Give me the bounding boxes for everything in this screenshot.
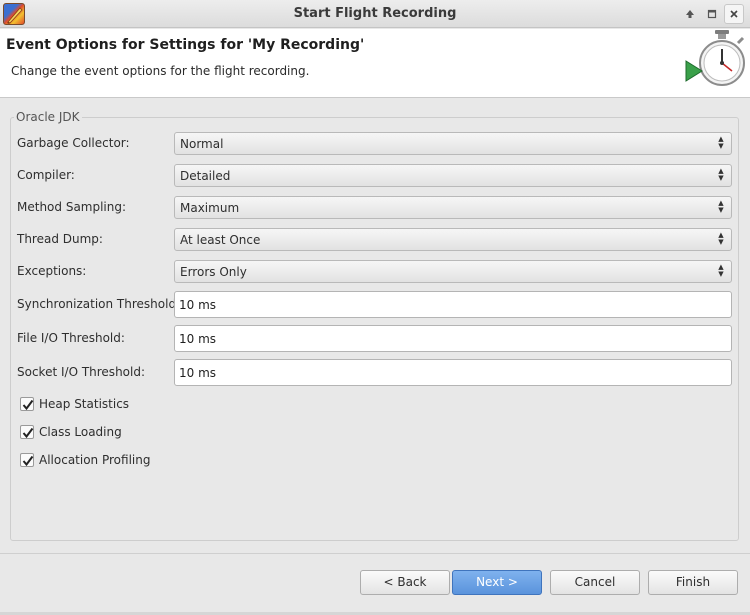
thread-dump-label: Thread Dump: (17, 232, 103, 246)
synchronization-threshold-input[interactable]: 10 ms (174, 291, 732, 318)
exceptions-label: Exceptions: (17, 264, 87, 278)
file-io-threshold-label: File I/O Threshold: (17, 331, 125, 345)
socket-io-threshold-label: Socket I/O Threshold: (17, 365, 146, 379)
exceptions-select[interactable]: Errors Only ▲ ▼ (174, 260, 732, 283)
file-io-threshold-input[interactable]: 10 ms (174, 325, 732, 352)
window-title: Start Flight Recording (293, 6, 457, 21)
finish-button[interactable]: Finish (648, 570, 738, 595)
method-sampling-label: Method Sampling: (17, 200, 127, 214)
socket-io-threshold-input[interactable]: 10 ms (174, 359, 732, 386)
garbage-collector-label: Garbage Collector: (17, 136, 130, 150)
back-button[interactable]: < Back (360, 570, 450, 595)
thread-dump-select[interactable]: At least Once ▲ ▼ (174, 228, 732, 251)
compiler-label: Compiler: (17, 168, 75, 182)
compiler-value: Detailed (180, 169, 231, 183)
maximize-icon[interactable] (702, 4, 722, 24)
page-title: Event Options for Settings for 'My Recor… (6, 37, 365, 53)
heap-statistics-label: Heap Statistics (39, 397, 130, 411)
cancel-button[interactable]: Cancel (550, 570, 640, 595)
group-label: Oracle JDK (14, 110, 82, 124)
class-loading-label: Class Loading (39, 425, 122, 439)
compiler-select[interactable]: Detailed ▲ ▼ (174, 164, 732, 187)
next-button[interactable]: Next > (452, 570, 542, 595)
spinner-arrows-icon: ▲ ▼ (718, 231, 724, 246)
class-loading-checkbox-row[interactable]: Class Loading (20, 424, 122, 440)
footer-separator (0, 553, 750, 554)
spinner-arrows-icon: ▲ ▼ (718, 167, 724, 182)
heap-statistics-checkbox-row[interactable]: Heap Statistics (20, 396, 129, 412)
stopwatch-play-icon (682, 29, 750, 87)
synchronization-threshold-label: Synchronization Threshold: (17, 297, 181, 311)
method-sampling-value: Maximum (180, 201, 240, 215)
exceptions-value: Errors Only (180, 265, 247, 279)
wizard-header: Event Options for Settings for 'My Recor… (0, 29, 750, 98)
spinner-arrows-icon: ▲ ▼ (718, 199, 724, 214)
window-titlebar[interactable]: Start Flight Recording (0, 0, 750, 28)
thread-dump-value: At least Once (180, 233, 261, 247)
allocation-profiling-checkbox[interactable] (20, 453, 34, 467)
spinner-arrows-icon: ▲ ▼ (718, 135, 724, 150)
close-icon[interactable] (724, 4, 744, 24)
spinner-arrows-icon: ▲ ▼ (718, 263, 724, 278)
allocation-profiling-label: Allocation Profiling (39, 453, 151, 467)
allocation-profiling-checkbox-row[interactable]: Allocation Profiling (20, 452, 150, 468)
garbage-collector-select[interactable]: Normal ▲ ▼ (174, 132, 732, 155)
arrow-up-icon[interactable] (680, 4, 700, 24)
garbage-collector-value: Normal (180, 137, 224, 151)
class-loading-checkbox[interactable] (20, 425, 34, 439)
page-description: Change the event options for the flight … (11, 64, 310, 78)
heap-statistics-checkbox[interactable] (20, 397, 34, 411)
method-sampling-select[interactable]: Maximum ▲ ▼ (174, 196, 732, 219)
